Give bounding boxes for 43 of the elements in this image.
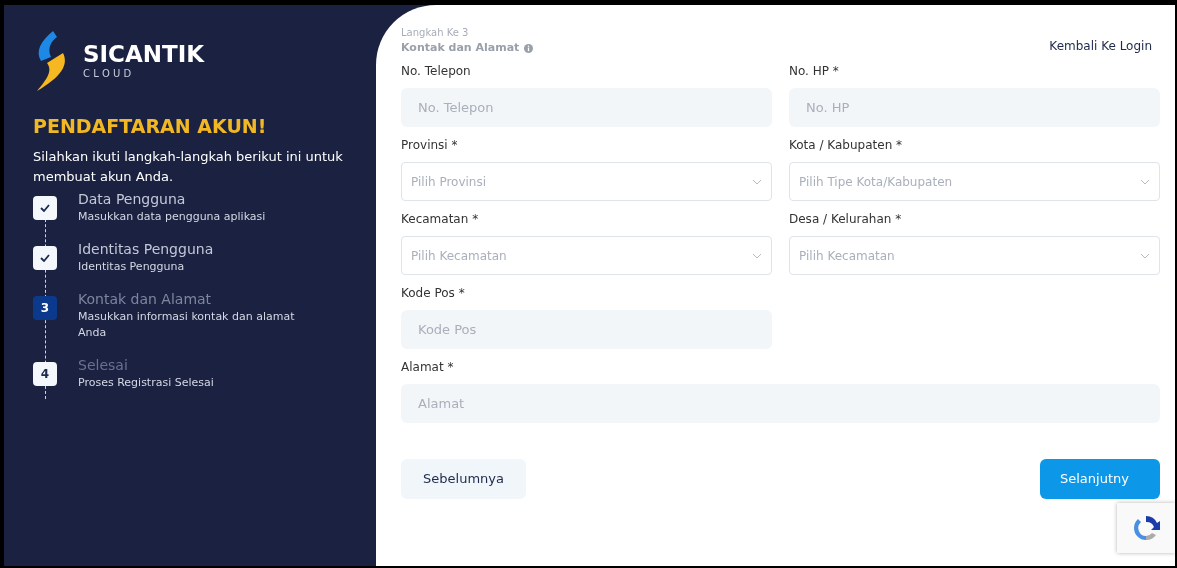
- step-marker: 4: [33, 362, 57, 386]
- next-button[interactable]: Selanjutny: [1040, 459, 1160, 499]
- step-title: Data Pengguna: [78, 190, 187, 209]
- field-label: No. Telepon: [401, 63, 472, 79]
- field-label: Provinsi *: [401, 137, 459, 153]
- chevron-down-icon: [752, 178, 762, 185]
- previous-button[interactable]: Sebelumnya: [401, 459, 526, 499]
- page-heading: PENDAFTARAN AKUN!: [33, 114, 268, 139]
- input-field[interactable]: No. HP: [789, 88, 1160, 127]
- recaptcha-icon: [1131, 513, 1161, 543]
- check-icon: [40, 204, 50, 212]
- select-field[interactable]: Pilih Tipe Kota/Kabupaten: [789, 162, 1160, 201]
- field-label: Alamat *: [401, 359, 455, 375]
- select-field[interactable]: Pilih Kecamatan: [401, 236, 772, 275]
- input-field[interactable]: Kode Pos: [401, 310, 772, 349]
- step-description: Proses Registrasi Selesai: [78, 375, 215, 391]
- step-title: Identitas Pengguna: [78, 240, 215, 259]
- step-counter: Langkah Ke 3: [401, 26, 470, 40]
- field-label: Kecamatan *: [401, 211, 480, 227]
- form-title: Kontak dan Alamat: [401, 40, 520, 56]
- info-icon: [524, 43, 534, 53]
- chevron-down-icon: [752, 252, 762, 259]
- step-description: Identitas Pengguna: [78, 259, 186, 275]
- field-label: No. HP *: [789, 63, 840, 79]
- select-field[interactable]: Pilih Kecamatan: [789, 236, 1160, 275]
- select-field[interactable]: Pilih Provinsi: [401, 162, 772, 201]
- brand-name: SICANTIK: [83, 41, 205, 67]
- step-title: Kontak dan Alamat: [78, 290, 213, 309]
- step-marker: 3: [33, 296, 57, 320]
- check-icon: [40, 254, 50, 262]
- brand-subtitle: C L O U D: [83, 67, 133, 81]
- field-label: Kode Pos *: [401, 285, 466, 301]
- step-title: Selesai: [78, 356, 129, 375]
- step-description: Masukkan data pengguna aplikasi: [78, 209, 267, 225]
- chevron-down-icon: [1140, 252, 1150, 259]
- intro-text: Silahkan ikuti langkah-langkah berikut ini untuk membuat akun Anda.: [33, 148, 343, 186]
- back-to-login-link[interactable]: Kembali Ke Login: [1049, 37, 1152, 55]
- field-label: Kota / Kabupaten *: [789, 137, 904, 153]
- input-field[interactable]: Alamat: [401, 384, 1160, 423]
- input-field[interactable]: No. Telepon: [401, 88, 772, 127]
- step-description: Masukkan informasi kontak dan alamat Anda: [78, 309, 296, 341]
- field-label: Desa / Kelurahan *: [789, 211, 903, 227]
- chevron-down-icon: [1140, 178, 1150, 185]
